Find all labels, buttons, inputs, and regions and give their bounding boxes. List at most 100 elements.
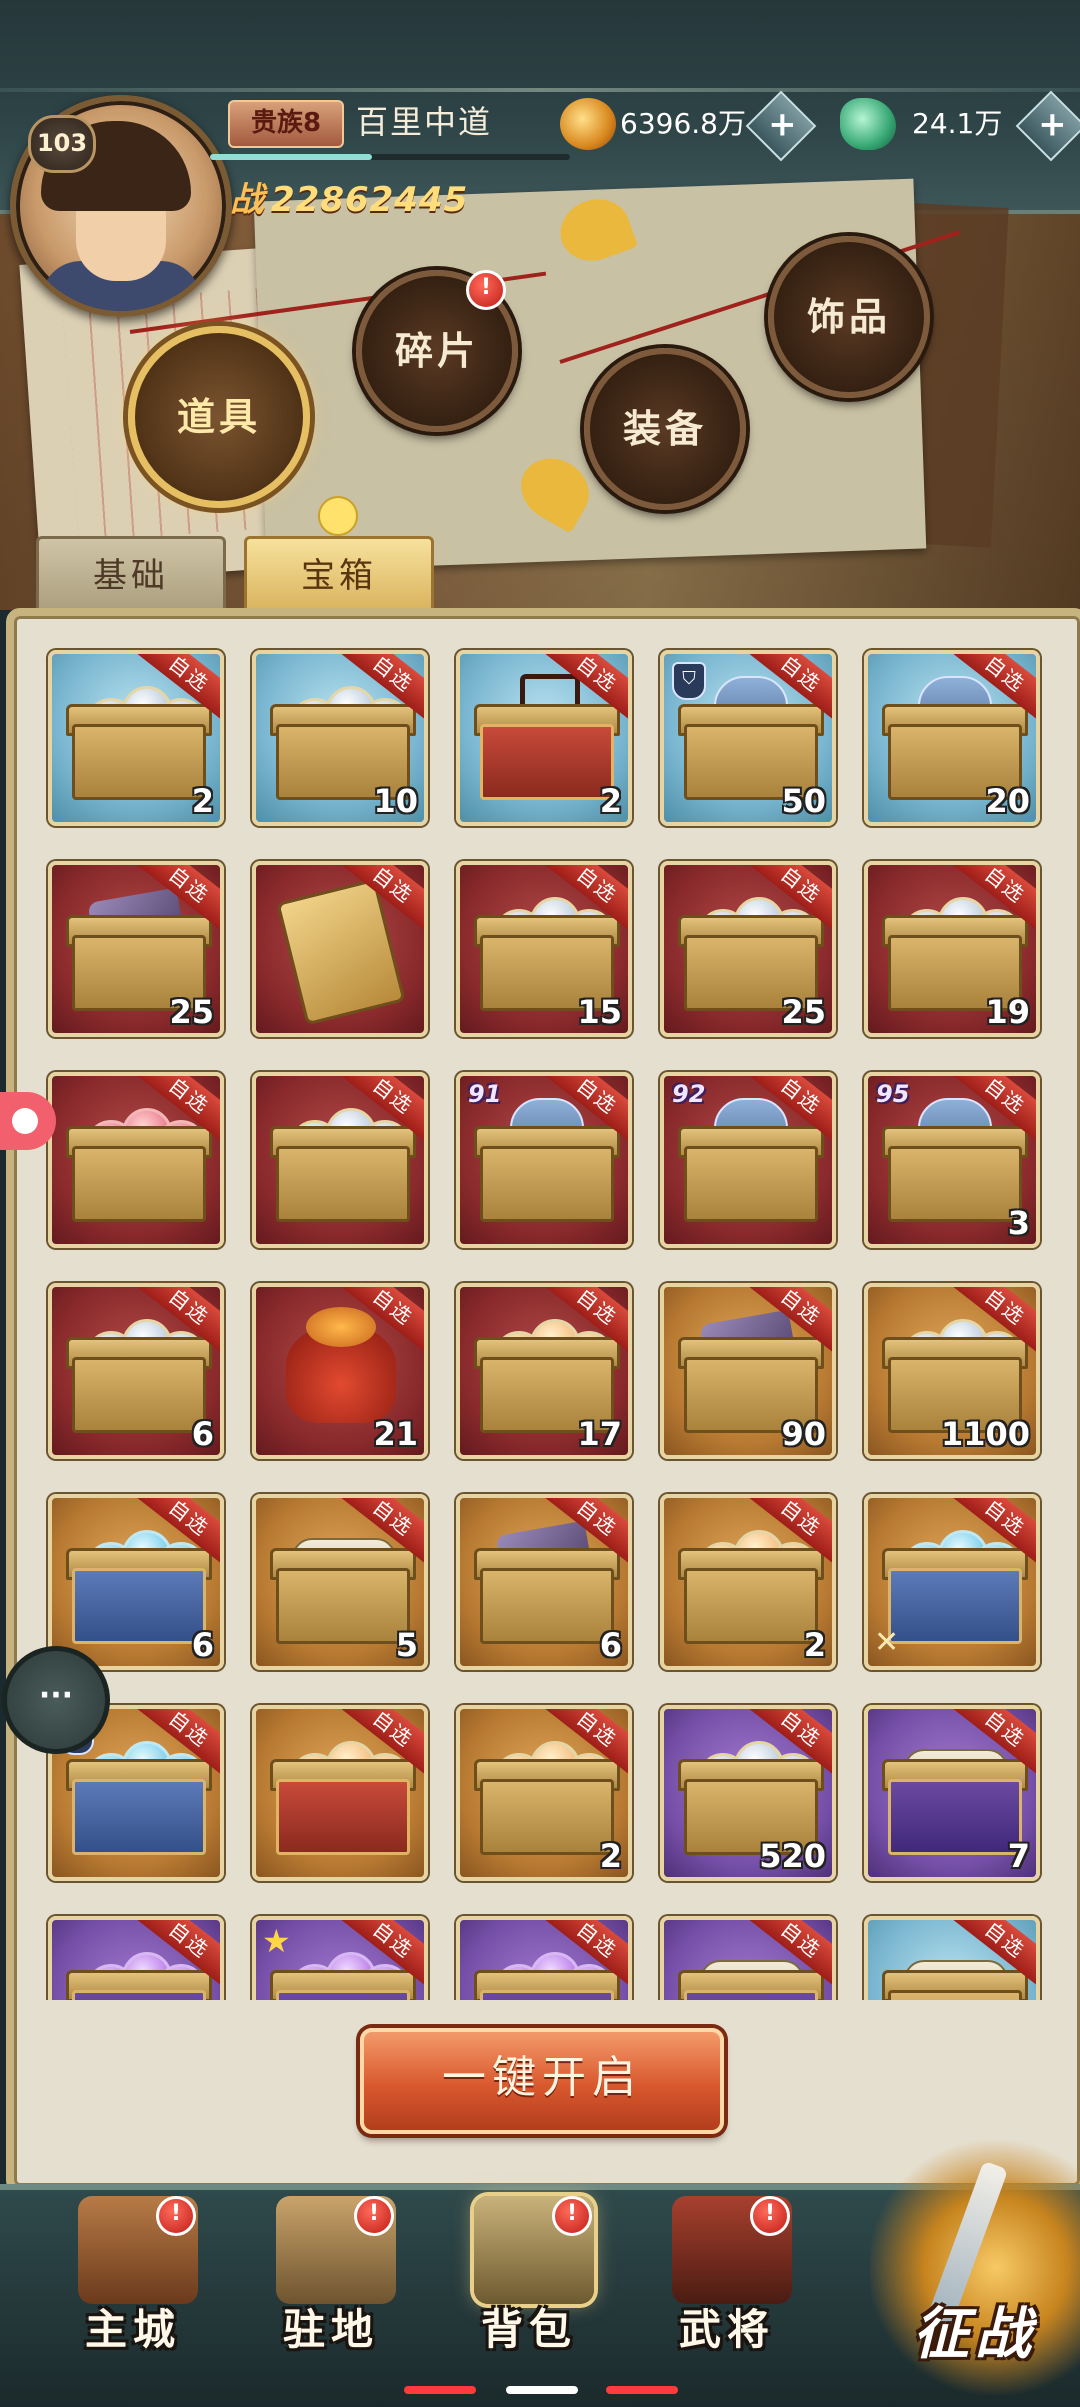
player-level-badge: 103: [28, 115, 96, 173]
item-slot[interactable]: 自选 20: [864, 650, 1040, 826]
item-slot[interactable]: 自选: [48, 1916, 224, 2000]
item-slot[interactable]: 自选: [456, 1916, 632, 2000]
chest-icon: [888, 1146, 1022, 1222]
item-count: 25: [781, 993, 826, 1031]
item-slot[interactable]: 自选: [252, 1705, 428, 1881]
item-slot[interactable]: 自选 2: [456, 1705, 632, 1881]
chest-icon: [72, 1568, 206, 1644]
item-count: 19: [985, 993, 1030, 1031]
item-count: 6: [599, 1626, 622, 1664]
chest-icon: [72, 1146, 206, 1222]
item-slot[interactable]: 自选: [252, 861, 428, 1037]
item-level: 95: [876, 1080, 910, 1108]
item-slot[interactable]: 自选: [48, 1072, 224, 1248]
jade-currency: 24.1万: [840, 98, 1020, 150]
rank-tag[interactable]: 贵族8: [228, 100, 344, 148]
chest-icon: [72, 724, 206, 800]
chest-icon: [888, 1568, 1022, 1644]
item-count: 5: [395, 1626, 418, 1664]
coin-pile-icon: [560, 98, 616, 150]
item-slot[interactable]: 自选 2: [660, 1494, 836, 1670]
item-slot[interactable]: 自选 7: [864, 1705, 1040, 1881]
item-slot[interactable]: 自选 15: [456, 861, 632, 1037]
crossed-swords-icon: ✕: [874, 1625, 900, 1660]
nav-generals[interactable]: ! 武将: [652, 2196, 802, 2354]
item-count: 25: [169, 993, 214, 1031]
item-slot[interactable]: 自选 6: [48, 1494, 224, 1670]
item-count: 7: [1007, 1837, 1030, 1875]
chest-icon: [480, 724, 614, 800]
chest-icon: [480, 1779, 614, 1855]
chest-icon: [276, 1779, 410, 1855]
item-slot[interactable]: 自选 17: [456, 1283, 632, 1459]
jade-value: 24.1万: [912, 107, 1003, 140]
item-slot[interactable]: 自选 25: [660, 861, 836, 1037]
category-items[interactable]: 道具: [128, 326, 310, 508]
item-slot[interactable]: 自选 ⛉ 50: [660, 650, 836, 826]
item-count: 20: [985, 782, 1030, 820]
chest-icon: [72, 1990, 206, 2000]
chest-icon: [276, 1568, 410, 1644]
chest-icon: [888, 1779, 1022, 1855]
item-slot[interactable]: 自选 ✕: [864, 1494, 1040, 1670]
item-slot[interactable]: 自选 90: [660, 1283, 836, 1459]
nav-bag[interactable]: ! 背包: [454, 2196, 604, 2354]
item-slot[interactable]: 自选 ★: [252, 1916, 428, 2000]
side-drawer-tab[interactable]: [0, 1092, 56, 1150]
power-icon: 战: [230, 180, 265, 220]
chest-icon: [276, 1146, 410, 1222]
item-slot[interactable]: 自选 520: [660, 1705, 836, 1881]
item-slot[interactable]: 自选 6: [456, 1494, 632, 1670]
item-slot[interactable]: 自选: [660, 1916, 836, 2000]
item-count: 6: [191, 1626, 214, 1664]
item-slot[interactable]: 自选 95 3: [864, 1072, 1040, 1248]
battle-button[interactable]: 征战: [870, 2140, 1080, 2395]
tab-basic[interactable]: 基础: [36, 536, 226, 613]
item-count: 2: [191, 782, 214, 820]
item-slot[interactable]: 自选 21: [252, 1283, 428, 1459]
chest-icon: [480, 1568, 614, 1644]
item-slot[interactable]: 自选 25: [48, 861, 224, 1037]
fragments-notification-icon: !: [466, 270, 506, 310]
category-equipment[interactable]: 装备: [584, 348, 746, 510]
item-slot[interactable]: 自选 2: [456, 650, 632, 826]
item-slot[interactable]: 自选: [864, 1916, 1040, 2000]
category-accessories[interactable]: 饰品: [768, 236, 930, 398]
open-all-button[interactable]: 一键开启: [360, 2028, 724, 2134]
item-count: 15: [577, 993, 622, 1031]
tab-chests[interactable]: 宝箱: [244, 536, 434, 613]
combat-power-value: 22862445: [271, 180, 469, 220]
item-slot[interactable]: 自选 1100: [864, 1283, 1040, 1459]
chest-icon: [684, 1568, 818, 1644]
item-slot[interactable]: 自选 91: [456, 1072, 632, 1248]
exp-bar: [210, 154, 570, 160]
item-slot[interactable]: 自选 10: [252, 650, 428, 826]
item-slot[interactable]: 自选 92: [660, 1072, 836, 1248]
item-grid: 自选 2 自选 10 自选 2 自选 ⛉ 50 自选 20 自选 25 自选 自选 15 自选 25 自选 19 自选自…: [30, 640, 1050, 2000]
city-notification-icon: !: [156, 2196, 196, 2236]
shield-icon: ⛉: [672, 662, 706, 700]
item-slot[interactable]: 自选 2: [48, 650, 224, 826]
item-count: 90: [781, 1415, 826, 1453]
item-level: 91: [468, 1080, 502, 1108]
nav-main-city[interactable]: ! 主城: [58, 2196, 208, 2354]
chick-mascot-icon: [318, 496, 358, 536]
system-home-indicator[interactable]: [506, 2386, 578, 2394]
system-indicator: [606, 2386, 678, 2394]
item-slot[interactable]: 自选 6: [48, 1283, 224, 1459]
item-slot[interactable]: 自选 19: [864, 861, 1040, 1037]
item-count: 17: [577, 1415, 622, 1453]
item-slot[interactable]: 自选 5: [252, 1494, 428, 1670]
item-slot[interactable]: 自选: [252, 1072, 428, 1248]
nav-camp[interactable]: ! 驻地: [256, 2196, 406, 2354]
item-count: 2: [803, 1626, 826, 1664]
item-count: 3: [1007, 1204, 1030, 1242]
item-count: 2: [599, 1837, 622, 1875]
chest-icon: [480, 1990, 614, 2000]
bag-notification-icon: !: [552, 2196, 592, 2236]
chat-bubble-icon[interactable]: ···: [2, 1646, 110, 1754]
chest-icon: [480, 1146, 614, 1222]
item-count: 1100: [940, 1415, 1030, 1453]
item-count: 6: [191, 1415, 214, 1453]
item-count: 520: [759, 1837, 826, 1875]
